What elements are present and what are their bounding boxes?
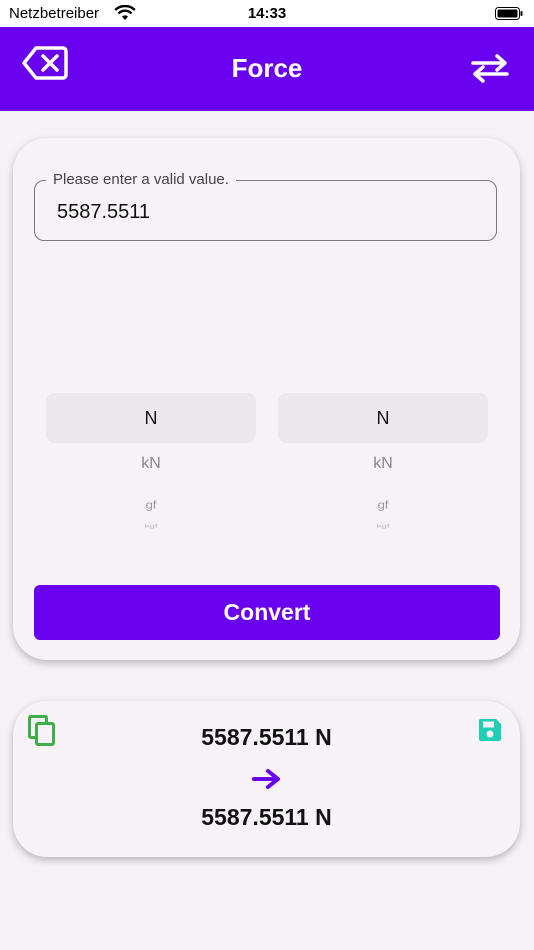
arrow-right-icon <box>252 769 280 789</box>
result-from-value: 5587.5511 N <box>201 724 332 750</box>
status-bar: Netzbetreiber 14:33 <box>0 0 534 27</box>
clock: 14:33 <box>247 5 287 22</box>
value-input[interactable] <box>55 195 479 229</box>
from-unit-option[interactable]: kN <box>46 455 256 473</box>
to-unit-option[interactable]: kN <box>278 455 488 473</box>
to-unit-option[interactable]: gf <box>278 498 488 511</box>
to-unit-selected[interactable]: N <box>278 393 488 443</box>
result-card: 5587.5511 N 5587.5511 N <box>13 701 520 857</box>
app-bar: Force <box>0 27 534 111</box>
swap-arrows-icon[interactable] <box>471 53 509 83</box>
battery-icon <box>495 7 523 20</box>
converter-card: Please enter a valid value. N kN gf kgf … <box>13 138 520 660</box>
value-field-label: Please enter a valid value. <box>46 171 236 189</box>
from-unit-option[interactable]: gf <box>46 498 256 511</box>
page-title: Force <box>231 53 303 83</box>
convert-button[interactable]: Convert <box>34 585 500 640</box>
from-unit-picker[interactable]: N kN gf kgf <box>46 393 256 535</box>
result-to-value: 5587.5511 N <box>201 804 332 830</box>
value-field[interactable]: Please enter a valid value. <box>34 171 497 241</box>
save-icon[interactable] <box>477 717 503 743</box>
from-unit-selected[interactable]: N <box>46 393 256 443</box>
to-unit-option[interactable]: kgf <box>278 524 488 529</box>
from-unit-option[interactable]: kgf <box>46 524 256 529</box>
to-unit-picker[interactable]: N kN gf kgf <box>278 393 488 535</box>
